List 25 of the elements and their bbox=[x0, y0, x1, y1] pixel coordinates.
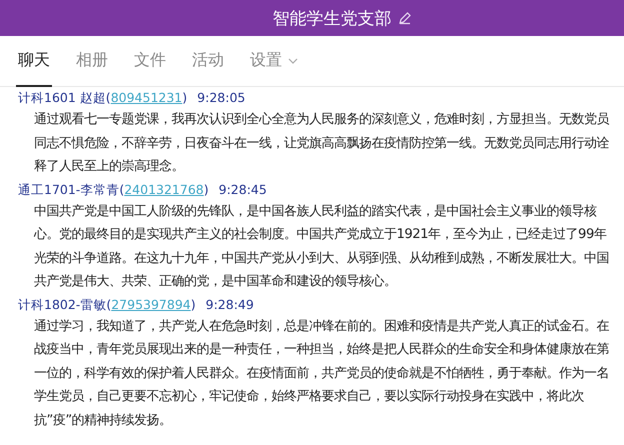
account-link[interactable]: 2401321768 bbox=[124, 180, 204, 200]
paren: ( bbox=[106, 89, 111, 107]
tab[interactable]: 相册 bbox=[74, 36, 110, 87]
paren: ) bbox=[182, 89, 188, 107]
paren: ( bbox=[106, 296, 112, 314]
tab[interactable]: 聊天 bbox=[16, 36, 52, 87]
tab[interactable]: 活动 bbox=[190, 36, 226, 87]
account-link[interactable]: 2795397894 bbox=[111, 294, 191, 314]
paren: ( bbox=[119, 180, 124, 198]
message-text: 中国共产党是中国工人阶级的先锋队，是中国各族人民利益的踏实代表，是中国社会主义事业的领导核心。党的最终目的是实现共产主义的社会制度。中国共产党成立于1921年，至今为止，已经走过了99年光荣的斗争道路。在这九十九年，中国共产党从小到大、从弱到强、从幼稚到成熟，不断发展壮大。中国共产党是伟大、共荣、正确的党，是中国革命和建设的领导核心。 bbox=[32, 202, 610, 291]
paren: ) bbox=[204, 180, 209, 198]
message-time: 9:28:49 bbox=[206, 296, 254, 314]
message-text: 通过观看七一专题党课，我再次认识到全心全意为人民服务的深刻意义，危难时刻，方显担当。无数党员同志不惧危险，不辞辛劳，日夜奋斗在一线，让党旗高高飘扬在疫情防控第一线。无数党员同志用行动诠释了人民至上的崇高理念。 bbox=[33, 111, 610, 176]
message-time: 9:28:45 bbox=[218, 180, 267, 198]
sender-name: 计科1802-雷敏 bbox=[18, 296, 106, 314]
sender-name: 计科1601 赵超 bbox=[18, 89, 106, 107]
sender-name: 通工1701-李常青 bbox=[18, 180, 120, 198]
tab[interactable]: 设置 bbox=[248, 36, 300, 87]
tab[interactable]: 文件 bbox=[132, 36, 168, 87]
pencil-icon[interactable] bbox=[398, 11, 412, 25]
message-time: 9:28:05 bbox=[197, 89, 246, 107]
window-title: 智能学生党支部 bbox=[272, 8, 392, 30]
paren: ) bbox=[190, 296, 196, 314]
message-text: 通过学习，我知道了，共产党人在危急时刻，总是冲锋在前的。困难和疫情是共产党人真正的试金石。在战疫当中，青年党员展现出来的是一种责任，一种担当，始终是把人民群众的生命安全和身体健康放在第一位的，科学有效的保护着人民群众。在疫情面前，共产党员的使命就是不怕牺牲，勇于奉献。作为一名学生党员，自己更要不忘初心，牢记使命，始终严格要求自己，要以实际行动投身在实践中，将此次抗”疫”的精神持续发扬。 bbox=[33, 318, 610, 430]
account-link[interactable]: 809451231 bbox=[110, 88, 182, 108]
